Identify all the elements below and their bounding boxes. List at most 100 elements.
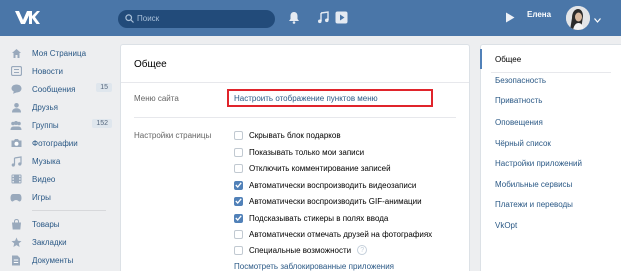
sidebar-item-label: Документы (32, 255, 74, 265)
settings-nav-notifications[interactable]: Оповещения (495, 118, 543, 127)
sidebar-item-label: Друзья (32, 102, 58, 112)
settings-nav: Общее Безопасность Приватность Оповещени… (480, 44, 621, 271)
music-icon (10, 155, 22, 167)
sidebar-item-games[interactable]: Игры (10, 188, 114, 206)
settings-nav-security[interactable]: Безопасность (495, 76, 546, 85)
sidebar-item-label: Товары (32, 219, 60, 229)
blocked-apps-link[interactable]: Посмотреть заблокированные приложения (234, 262, 394, 271)
checkbox-show-only-my-posts[interactable]: Показывать только мои записи (234, 145, 364, 159)
sidebar-item-goods[interactable]: Товары (10, 215, 114, 233)
checkbox-label: Скрывать блок подарков (249, 130, 341, 140)
checkbox-autoplay-video[interactable]: Автоматически воспроизводить видеозаписи (234, 178, 416, 192)
sidebar-item-label: Моя Страница (32, 48, 87, 58)
sidebar-item-label: Музыка (32, 156, 61, 166)
sidebar-item-music[interactable]: Музыка (10, 152, 114, 170)
sidebar-item-label: Группы (32, 120, 59, 130)
sidebar-item-my-page[interactable]: Моя Страница (10, 44, 114, 62)
sidebar-item-photos[interactable]: Фотографии (10, 134, 114, 152)
games-icon (10, 191, 22, 203)
settings-nav-app-settings[interactable]: Настройки приложений (495, 159, 582, 168)
title-divider (121, 82, 469, 83)
checkbox[interactable] (234, 163, 243, 173)
settings-nav-privacy[interactable]: Приватность (495, 96, 542, 105)
checkbox-auto-tag-friends[interactable]: Автоматически отмечать друзей на фотогра… (234, 227, 432, 241)
sidebar-item-label: Закладки (32, 237, 67, 247)
chevron-down-icon[interactable] (594, 15, 601, 25)
goods-icon (10, 218, 22, 230)
settings-nav-payments[interactable]: Платежи и переводы (495, 200, 573, 209)
play-icon[interactable] (335, 11, 348, 26)
checkbox-label: Подсказывать стикеры в полях ввода (249, 213, 389, 223)
sidebar-item-label: Видео (32, 174, 56, 184)
checkbox[interactable] (234, 147, 243, 157)
checkbox[interactable] (234, 229, 243, 239)
unread-count-badge: 15 (96, 83, 112, 92)
checkbox-label: Автоматически отмечать друзей на фотогра… (249, 229, 433, 239)
video-icon (10, 173, 22, 185)
help-icon[interactable]: ? (357, 245, 368, 255)
check-icon (235, 182, 242, 188)
sidebar-item-label: Фотографии (32, 138, 78, 148)
documents-icon (10, 254, 22, 266)
sidebar-item-label: Новости (32, 66, 63, 76)
groups-count-badge: 152 (92, 119, 112, 128)
settings-panel: Общее Меню сайта Настроить отображение п… (120, 44, 470, 271)
sidebar-item-label: Игры (32, 192, 51, 202)
check-icon (235, 198, 242, 204)
checkbox-checked[interactable] (234, 213, 243, 223)
camera-icon (10, 137, 22, 149)
search-icon (125, 14, 134, 25)
home-icon (10, 47, 22, 59)
checkbox-label: Отключить комментирование записей (249, 163, 391, 173)
page-settings-label: Настройки страницы (134, 131, 212, 140)
search-input[interactable]: Поиск (118, 10, 275, 28)
settings-nav-mobile-services[interactable]: Мобильные сервисы (495, 180, 572, 189)
checkbox[interactable] (234, 130, 243, 140)
checkbox-autoplay-gif[interactable]: Автоматически воспроизводить GIF-анимаци… (234, 194, 422, 208)
sidebar-item-label: Сообщения (32, 84, 76, 94)
checkbox-checked[interactable] (234, 196, 243, 206)
site-menu-label: Меню сайта (134, 94, 179, 103)
checkbox-checked[interactable] (234, 180, 243, 190)
play-icon[interactable] (505, 12, 515, 25)
messages-icon (10, 83, 22, 95)
settings-nav-blacklist[interactable]: Чёрный список (495, 139, 551, 148)
left-sidebar: Моя Страница Новости Сообщения 15 Друзья… (10, 44, 114, 269)
checkbox-label: Автоматически воспроизводить видеозаписи (249, 180, 417, 190)
checkbox-suggest-stickers[interactable]: Подсказывать стикеры в полях ввода (234, 211, 388, 225)
avatar[interactable] (566, 6, 590, 30)
vk-logo-icon[interactable] (14, 9, 40, 27)
sidebar-item-bookmarks[interactable]: Закладки (10, 233, 114, 251)
top-header: Поиск Елена (0, 0, 621, 36)
user-name[interactable]: Елена (527, 10, 551, 19)
section-divider (134, 117, 456, 118)
sidebar-item-video[interactable]: Видео (10, 170, 114, 188)
checkbox-label: Автоматически воспроизводить GIF-анимаци… (249, 196, 422, 206)
search-placeholder: Поиск (137, 14, 160, 23)
nav-divider (491, 72, 611, 73)
checkbox-hide-gifts[interactable]: Скрывать блок подарков (234, 128, 341, 142)
checkbox-disable-comments[interactable]: Отключить комментирование записей (234, 161, 391, 175)
sidebar-item-groups[interactable]: Группы 152 (10, 116, 114, 134)
sidebar-item-documents[interactable]: Документы (10, 251, 114, 269)
sidebar-item-news[interactable]: Новости (10, 62, 114, 80)
sidebar-item-friends[interactable]: Друзья (10, 98, 114, 116)
checkbox-label: Показывать только мои записи (249, 147, 365, 157)
music-icon[interactable] (317, 11, 329, 26)
sidebar-divider (32, 210, 106, 211)
settings-nav-vkopt[interactable]: VkOpt (495, 221, 517, 230)
friends-icon (10, 101, 22, 113)
checkbox[interactable] (234, 245, 243, 255)
sidebar-item-messages[interactable]: Сообщения 15 (10, 80, 114, 98)
bell-icon[interactable] (288, 11, 300, 26)
news-icon (10, 65, 22, 77)
checkbox-label: Специальные возможности (249, 245, 352, 255)
active-indicator (480, 49, 482, 69)
configure-menu-link[interactable]: Настроить отображение пунктов меню (234, 94, 378, 103)
checkbox-accessibility[interactable]: Специальные возможности ? (234, 243, 368, 257)
page-title: Общее (134, 59, 167, 70)
settings-nav-general[interactable]: Общее (495, 55, 521, 64)
star-icon (10, 236, 22, 248)
check-icon (235, 215, 242, 221)
groups-icon (10, 119, 22, 131)
